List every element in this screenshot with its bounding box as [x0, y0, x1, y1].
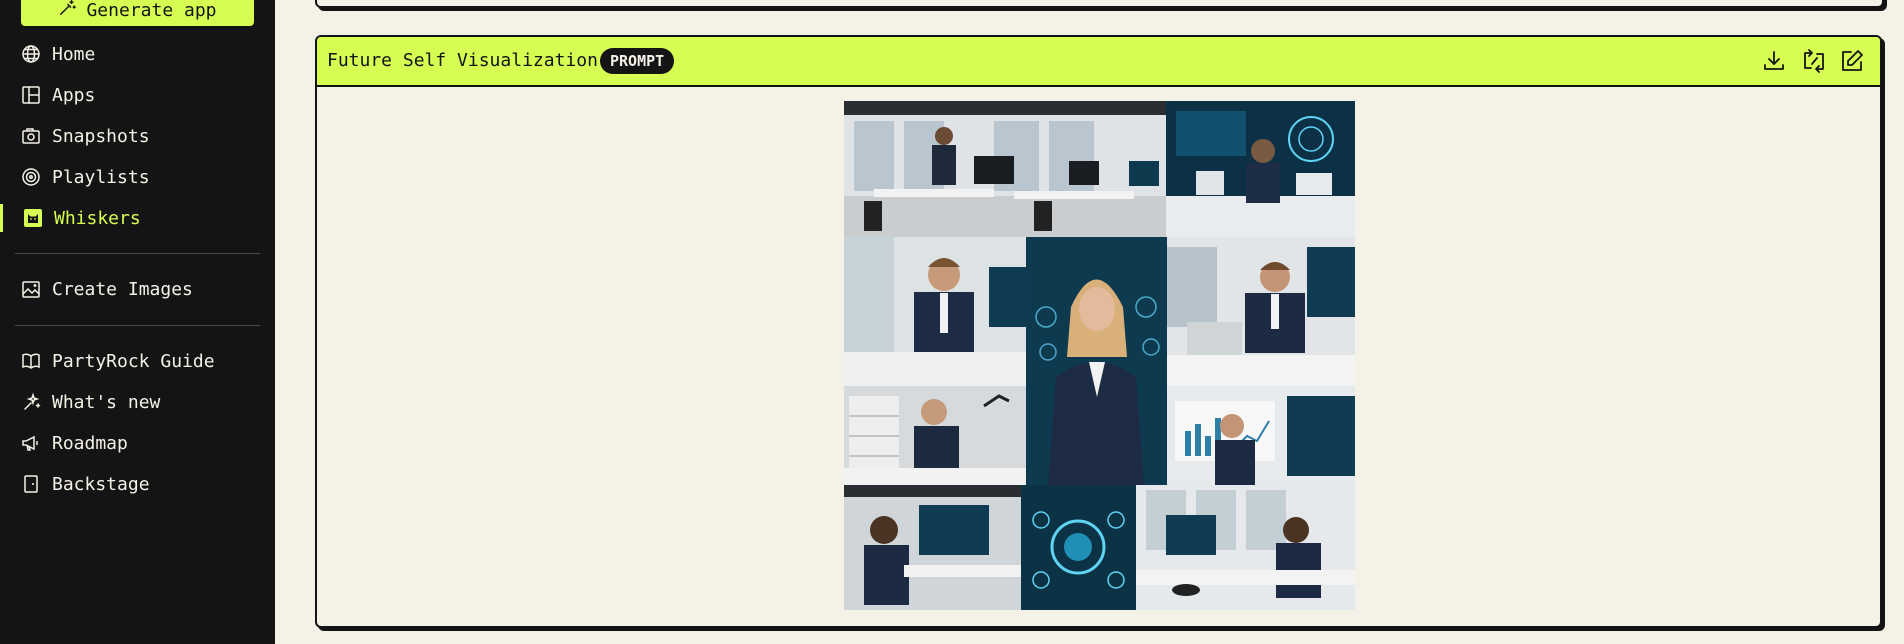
office-scene-tile: [844, 101, 1166, 237]
sidebar-item-playlists[interactable]: Playlists: [0, 161, 275, 193]
sidebar-item-create-images[interactable]: Create Images: [0, 273, 275, 305]
camera-icon: [21, 126, 41, 146]
sidebar-item-apps[interactable]: Apps: [0, 79, 275, 111]
sidebar: Generate app Home Apps Snapshots Playlis…: [0, 0, 275, 644]
sidebar-item-label: Roadmap: [52, 432, 128, 454]
infographic-tile: [1021, 485, 1136, 610]
sidebar-item-label: Apps: [52, 84, 96, 106]
generated-image[interactable]: [844, 101, 1355, 610]
sidebar-item-label: Whiskers: [54, 207, 141, 229]
dark-desk-tile: [844, 485, 1021, 610]
edit-icon[interactable]: [1839, 48, 1865, 74]
hologram-office-tile: [1166, 101, 1355, 237]
cat-icon: [23, 208, 43, 228]
door-icon: [21, 474, 41, 494]
desk-man-tile: [844, 386, 1026, 485]
sidebar-item-partyrock-guide[interactable]: PartyRock Guide: [0, 345, 275, 377]
image-sparkle-icon: [21, 279, 41, 299]
book-icon: [21, 351, 41, 371]
magic-wand-icon: [58, 0, 77, 22]
laptop-man-tile: [1167, 237, 1355, 386]
sidebar-item-label: Playlists: [52, 166, 150, 188]
bright-office-tile: [1136, 485, 1355, 610]
sidebar-item-label: Backstage: [52, 473, 150, 495]
portrait-woman-tile: [1026, 237, 1167, 485]
prompt-badge[interactable]: PROMPT: [600, 48, 675, 74]
sidebar-item-label: Snapshots: [52, 125, 150, 147]
sidebar-item-roadmap[interactable]: Roadmap: [0, 427, 275, 459]
megaphone-icon: [21, 433, 41, 453]
sidebar-item-whiskers[interactable]: Whiskers: [0, 202, 275, 234]
sidebar-item-snapshots[interactable]: Snapshots: [0, 120, 275, 152]
sidebar-item-label: PartyRock Guide: [52, 350, 215, 372]
charts-man-tile: [1167, 386, 1355, 485]
widget-title: Future Self Visualization: [327, 50, 598, 71]
portrait-man-tile: [844, 237, 1026, 386]
layout-icon: [21, 85, 41, 105]
widget-header: Future Self Visualization PROMPT: [317, 37, 1880, 87]
sidebar-divider: [15, 325, 260, 326]
widget-card: Future Self Visualization PROMPT: [315, 35, 1882, 628]
sidebar-item-label: Create Images: [52, 278, 193, 300]
sidebar-divider: [15, 253, 260, 254]
sidebar-item-backstage[interactable]: Backstage: [0, 468, 275, 500]
sparkles-icon: [21, 392, 41, 412]
sidebar-item-whats-new[interactable]: What's new: [0, 386, 275, 418]
previous-widget-card: [315, 0, 1884, 8]
sidebar-item-label: What's new: [52, 391, 161, 413]
generate-app-label: Generate app: [86, 0, 217, 21]
download-icon[interactable]: [1761, 48, 1787, 74]
regenerate-icon[interactable]: [1801, 48, 1827, 74]
playlist-icon: [21, 167, 41, 187]
globe-icon: [21, 44, 41, 64]
generate-app-button[interactable]: Generate app: [21, 0, 254, 26]
sidebar-item-label: Home: [52, 43, 96, 65]
sidebar-item-home[interactable]: Home: [0, 38, 275, 70]
